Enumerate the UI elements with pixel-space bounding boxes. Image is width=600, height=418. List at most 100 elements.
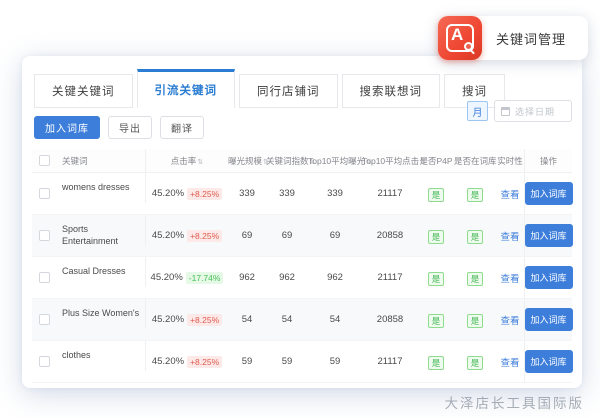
in-lexicon-yes-badge: 是: [467, 230, 484, 244]
tab-1[interactable]: 引流关键词: [137, 69, 236, 108]
change-badge: +8.25%: [187, 188, 222, 200]
in-lexicon-cell: 是: [454, 185, 496, 203]
row-add-to-lexicon-button[interactable]: 加入词库: [525, 350, 573, 373]
header-keyword-index[interactable]: 关键词指数⇅: [266, 155, 308, 167]
keyword-index-cell: 59: [266, 356, 308, 367]
header-top10-exposure[interactable]: Top10平均曝光⇅: [308, 155, 362, 167]
in-lexicon-cell: 是: [454, 311, 496, 329]
in-lexicon-cell: 是: [454, 353, 496, 371]
view-link[interactable]: 查看: [500, 358, 519, 369]
table-row: clothes45.20%+8.25%59595921117是是查看加入词库: [32, 341, 572, 383]
exposure-cell: 339: [228, 188, 266, 199]
keyword-cell: Casual Dresses: [56, 257, 146, 287]
action-cell: 加入词库: [524, 257, 572, 298]
tab-3[interactable]: 搜索联想词: [342, 74, 441, 108]
top10-exposure-cell: 962: [308, 272, 362, 283]
view-link[interactable]: 查看: [500, 316, 519, 327]
translate-button[interactable]: 翻译: [160, 116, 204, 139]
p4p-cell: 是: [418, 227, 454, 245]
p4p-cell: 是: [418, 185, 454, 203]
change-badge: +8.25%: [187, 356, 222, 368]
ctr-value: 45.20%: [151, 272, 183, 283]
header-p4p: 是否P4P: [418, 155, 454, 167]
keyword-search-icon: A: [438, 16, 482, 60]
p4p-yes-badge: 是: [428, 272, 445, 286]
p4p-yes-badge: 是: [428, 356, 445, 370]
ctr-cell: 45.20%-17.74%: [146, 272, 228, 284]
p4p-yes-badge: 是: [428, 188, 445, 202]
row-checkbox[interactable]: [32, 269, 56, 287]
exposure-cell: 962: [228, 272, 266, 283]
action-cell: 加入词库: [524, 173, 572, 214]
p4p-cell: 是: [418, 353, 454, 371]
row-add-to-lexicon-button[interactable]: 加入词库: [525, 266, 573, 289]
keyword-index-cell: 339: [266, 188, 308, 199]
exposure-cell: 69: [228, 230, 266, 241]
keyword-manager-widget[interactable]: A 关键词管理: [438, 16, 588, 60]
header-action: 操作: [524, 149, 572, 172]
top10-click-cell: 20858: [362, 230, 418, 241]
realtime-cell: 查看: [496, 269, 524, 287]
header-exposure[interactable]: 曝光规模⇅: [228, 155, 266, 167]
date-picker-input[interactable]: 选择日期: [494, 100, 572, 122]
header-ctr[interactable]: 点击率⇅: [146, 155, 228, 167]
header-top10-click[interactable]: Top10平均点击⇅: [362, 155, 418, 167]
keyword-table: 关键词 点击率⇅ 曝光规模⇅ 关键词指数⇅ Top10平均曝光⇅ Top10平均…: [32, 149, 572, 383]
table-body: womens dresses45.20%+8.25%33933933921117…: [32, 173, 572, 383]
keyword-cell: Plus Size Women's: [56, 299, 146, 329]
top10-click-cell: 20858: [362, 314, 418, 325]
table-row: Casual Dresses45.20%-17.74%9629629622111…: [32, 257, 572, 299]
table-row: Sports Entertainment Panel Sign P6 P8 Pe…: [32, 215, 572, 257]
row-add-to-lexicon-button[interactable]: 加入词库: [525, 182, 573, 205]
p4p-cell: 是: [418, 311, 454, 329]
tab-0[interactable]: 关键关键词: [34, 74, 133, 108]
sort-icon: ⇅: [197, 159, 203, 166]
keyword-index-cell: 54: [266, 314, 308, 325]
realtime-cell: 查看: [496, 227, 524, 245]
table-header-row: 关键词 点击率⇅ 曝光规模⇅ 关键词指数⇅ Top10平均曝光⇅ Top10平均…: [32, 149, 572, 173]
action-cell: 加入词库: [524, 299, 572, 340]
top10-exposure-cell: 54: [308, 314, 362, 325]
ctr-value: 45.20%: [152, 230, 184, 241]
realtime-cell: 查看: [496, 353, 524, 371]
keyword-cell: clothes: [56, 341, 146, 371]
keyword-cell: Sports Entertainment Panel Sign P6 P8 Pe…: [56, 215, 146, 245]
tab-2[interactable]: 同行店铺词: [239, 74, 338, 108]
table-row: womens dresses45.20%+8.25%33933933921117…: [32, 173, 572, 215]
change-badge: -17.74%: [186, 272, 224, 284]
top10-exposure-cell: 339: [308, 188, 362, 199]
row-checkbox[interactable]: [32, 311, 56, 329]
view-link[interactable]: 查看: [500, 190, 519, 201]
keyword-cell: womens dresses: [56, 173, 146, 203]
row-checkbox[interactable]: [32, 227, 56, 245]
in-lexicon-yes-badge: 是: [467, 188, 484, 202]
ctr-value: 45.20%: [152, 356, 184, 367]
header-realtime: 实时性: [496, 155, 524, 167]
exposure-cell: 59: [228, 356, 266, 367]
row-checkbox[interactable]: [32, 353, 56, 371]
keyword-index-cell: 69: [266, 230, 308, 241]
row-add-to-lexicon-button[interactable]: 加入词库: [525, 308, 573, 331]
realtime-cell: 查看: [496, 311, 524, 329]
filter-controls: 月 选择日期: [467, 100, 572, 122]
calendar-icon: [501, 107, 510, 116]
change-badge: +8.25%: [187, 230, 222, 242]
export-button[interactable]: 导出: [108, 116, 152, 139]
view-link[interactable]: 查看: [500, 232, 519, 243]
header-keyword: 关键词: [56, 149, 146, 172]
ctr-value: 45.20%: [152, 188, 184, 199]
in-lexicon-yes-badge: 是: [467, 272, 484, 286]
row-checkbox[interactable]: [32, 185, 56, 203]
view-link[interactable]: 查看: [500, 274, 519, 285]
keyword-index-cell: 962: [266, 272, 308, 283]
watermark: 大泽店长工具国际版: [445, 392, 585, 412]
select-all-checkbox[interactable]: [32, 155, 56, 166]
period-month-button[interactable]: 月: [467, 101, 488, 121]
p4p-yes-badge: 是: [428, 230, 445, 244]
row-add-to-lexicon-button[interactable]: 加入词库: [525, 224, 573, 247]
table-row: Plus Size Women's45.20%+8.25%54545420858…: [32, 299, 572, 341]
top10-click-cell: 21117: [362, 272, 418, 283]
exposure-cell: 54: [228, 314, 266, 325]
add-to-lexicon-button[interactable]: 加入词库: [34, 116, 100, 139]
top10-exposure-cell: 59: [308, 356, 362, 367]
